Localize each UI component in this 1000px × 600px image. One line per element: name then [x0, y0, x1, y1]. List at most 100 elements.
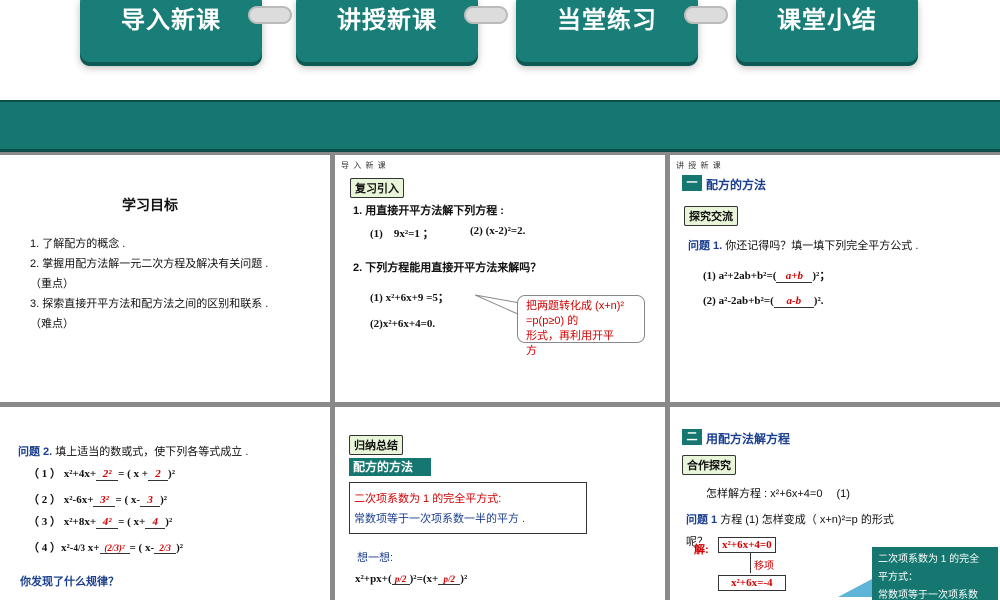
tab-connector	[248, 6, 292, 24]
answer-blank[interactable]: 4²	[96, 516, 119, 529]
question-1: 1. 用直接开平方法解下列方程 :	[353, 205, 504, 217]
tab-intro-label: 导入新课	[121, 6, 221, 34]
formula-mid: )²=(x+	[409, 573, 439, 585]
tab-practice-label: 当堂练习	[557, 6, 657, 34]
answer-blank[interactable]: 3²	[93, 494, 116, 507]
review-tag: 复习引入	[350, 178, 404, 198]
slide-solve-by-completing[interactable]: 二 用配方法解方程 合作探究 怎样解方程 : x²+6x+4=0 (1) 问题 …	[670, 407, 1000, 600]
question-text: 你还记得吗？填一填下列完全平方公式 .	[725, 240, 919, 252]
footer-question: 你发现了什么规律？	[20, 576, 119, 588]
row-suffix: )²	[165, 516, 173, 528]
callout-line: 常数项等于一次项系数	[878, 590, 978, 600]
row-mid: = ( x +	[118, 468, 149, 480]
equation: (1) 9x²=1 ；	[370, 228, 434, 240]
slide-header: 讲 授 新 课	[676, 161, 722, 170]
tab-connector	[684, 6, 728, 24]
formula-2: (2) a²-2ab+b²=(a-b)².	[703, 295, 824, 308]
fill-row: （ 1 ） x²+4x+ 2² = ( x +2)²	[28, 465, 175, 481]
callout-line: 把两题转化成 (x+n)²	[526, 300, 625, 312]
row-prefix: （ 2 ） x²-6x+	[28, 494, 94, 506]
question-label: 问题 1	[686, 514, 718, 526]
question-label: 问题 1.	[688, 240, 723, 252]
equation: (1) x²+6x+9 =5；	[370, 292, 449, 304]
rule-box: 二次项系数为 1 的完全平方式: 常数项等于一次项系数一半的平方 .	[349, 482, 587, 534]
row-x: x+	[87, 542, 100, 554]
hint-callout: 把两题转化成 (x+n)² =p(p≥0) 的 形式，再利用开平 方	[517, 295, 645, 357]
question-text: 方程 (1) 怎样变成（ x+n)²=p 的形式	[720, 514, 894, 526]
answer-blank[interactable]: a-b	[773, 295, 814, 308]
equation: (2) (x-2)²=2.	[470, 225, 526, 237]
formula-prefix: (2) a²-2ab+b²=(	[703, 295, 774, 307]
step-arrow	[750, 553, 751, 573]
section-number: 二	[682, 429, 702, 445]
slide-review[interactable]: 导 入 新 课 复习引入 1. 用直接开平方法解下列方程 : (1) 9x²=1…	[335, 155, 665, 402]
goal-item: （重点）	[30, 278, 74, 290]
answer-blank[interactable]: (2/3)²	[99, 543, 130, 554]
tab-summary[interactable]: 课堂小结	[736, 0, 918, 62]
formula-suffix: )²	[460, 573, 468, 585]
cooperate-tag: 合作探究	[682, 455, 736, 475]
tab-summary-label: 课堂小结	[777, 6, 877, 34]
row-mid: = ( x-	[129, 542, 155, 554]
tab-teach-label: 讲授新课	[337, 6, 437, 34]
tab-teach[interactable]: 讲授新课	[296, 0, 478, 62]
formula-suffix: )²；	[812, 270, 831, 282]
general-formula: x²+px+(p/2)²=(x+ p/2)²	[355, 573, 467, 585]
question: 问题 1. 你还记得吗？填一填下列完全平方公式 .	[688, 237, 918, 253]
answer-blank[interactable]: p/2	[391, 574, 410, 585]
callout-line: 二次项系数为 1 的完全	[878, 554, 980, 565]
fill-row: （ 4 ）x²-4/3 x+ (2/3)² = ( x- 2/3)²	[28, 539, 183, 555]
goal-item: 3. 探索直接开平方法和配方法之间的区别和联系 .	[30, 298, 269, 310]
answer-blank[interactable]: a+b	[776, 270, 813, 283]
fraction: 4/3	[73, 543, 85, 553]
section-title: 配方的方法	[706, 178, 767, 192]
answer-blank[interactable]: p/2	[438, 574, 461, 585]
equation: (2)x²+6x+4=0.	[370, 318, 436, 330]
slide-summary[interactable]: 归纳总结 配方的方法 二次项系数为 1 的完全平方式: 常数项等于一次项系数一半…	[335, 407, 665, 600]
answer-blank[interactable]: 2	[148, 468, 169, 481]
callout-line: 平方式：	[878, 572, 918, 583]
row-mid: = ( x-	[115, 494, 141, 506]
slide-fill-in[interactable]: 问题 2. 填上适当的数或式，使下列各等式成立 . （ 1 ） x²+4x+ 2²…	[0, 407, 330, 600]
banner-bar	[0, 100, 1000, 152]
top-nav: 导入新课 讲授新课 当堂练习 课堂小结	[0, 0, 1000, 100]
intro-text: 怎样解方程 : x²+6x+4=0 (1)	[706, 488, 850, 500]
row-suffix: )²	[160, 494, 168, 506]
solve-label: 解:	[694, 544, 709, 556]
goal-item: 2. 掌握用配方法解一元二次方程及解决有关问题 .	[30, 258, 269, 270]
slide-completing-square[interactable]: 讲 授 新 课 一 配方的方法 探究交流 问题 1. 你还记得吗？填一填下列完全…	[670, 155, 1000, 402]
slide-header: 导 入 新 课	[341, 161, 387, 170]
answer-blank[interactable]: 4	[145, 516, 166, 529]
row-prefix: （ 3 ） x²+8x+	[28, 516, 97, 528]
goal-item: （难点）	[30, 318, 74, 330]
row-suffix: )²	[176, 542, 184, 554]
callout-line: 方	[526, 345, 537, 357]
title-bar: 配方的方法	[349, 458, 431, 476]
question: 问题 1 方程 (1) 怎样变成（ x+n)²=p 的形式	[686, 511, 894, 527]
answer-blank[interactable]: 2²	[96, 468, 119, 481]
rule-line: 常数项等于一次项系数一半的平方 .	[354, 513, 526, 525]
tab-connector	[464, 6, 508, 24]
formula-1: (1) a²+2ab+b²=(a+b)²；	[703, 267, 830, 283]
formula-prefix: x²+px+(	[355, 573, 392, 585]
answer-blank[interactable]: 2/3	[154, 543, 177, 554]
question-2: 2. 下列方程能用直接开平方法来解吗？	[353, 262, 542, 274]
goal-item: 1. 了解配方的概念 .	[30, 238, 126, 250]
summary-tag: 归纳总结	[349, 435, 403, 455]
slide-learning-goals[interactable]: 学习目标 1. 了解配方的概念 . 2. 掌握用配方法解一元二次方程及解决有关问…	[0, 155, 330, 402]
question-text: 填上适当的数或式，使下列各等式成立 .	[55, 446, 249, 458]
row-prefix: （ 1 ） x²+4x+	[28, 468, 97, 480]
fill-row: （ 3 ） x²+8x+ 4² = ( x+ 4)²	[28, 513, 172, 529]
tab-intro[interactable]: 导入新课	[80, 0, 262, 62]
think-label: 想一想:	[357, 552, 394, 564]
row-suffix: )²	[168, 468, 176, 480]
formula-suffix: )².	[813, 295, 824, 307]
tab-practice[interactable]: 当堂练习	[516, 0, 698, 62]
fill-row: （ 2 ） x²-6x+ 3² = ( x- 3)²	[28, 491, 167, 507]
rule-callout: 二次项系数为 1 的完全 平方式： 常数项等于一次项系数	[872, 547, 998, 600]
rule-line: 二次项系数为 1 的完全平方式:	[354, 493, 502, 505]
section-title: 用配方法解方程	[706, 432, 791, 446]
row-prefix: （ 4 ）x²-	[28, 542, 74, 554]
answer-blank[interactable]: 3	[140, 494, 161, 507]
section-number: 一	[682, 175, 702, 191]
